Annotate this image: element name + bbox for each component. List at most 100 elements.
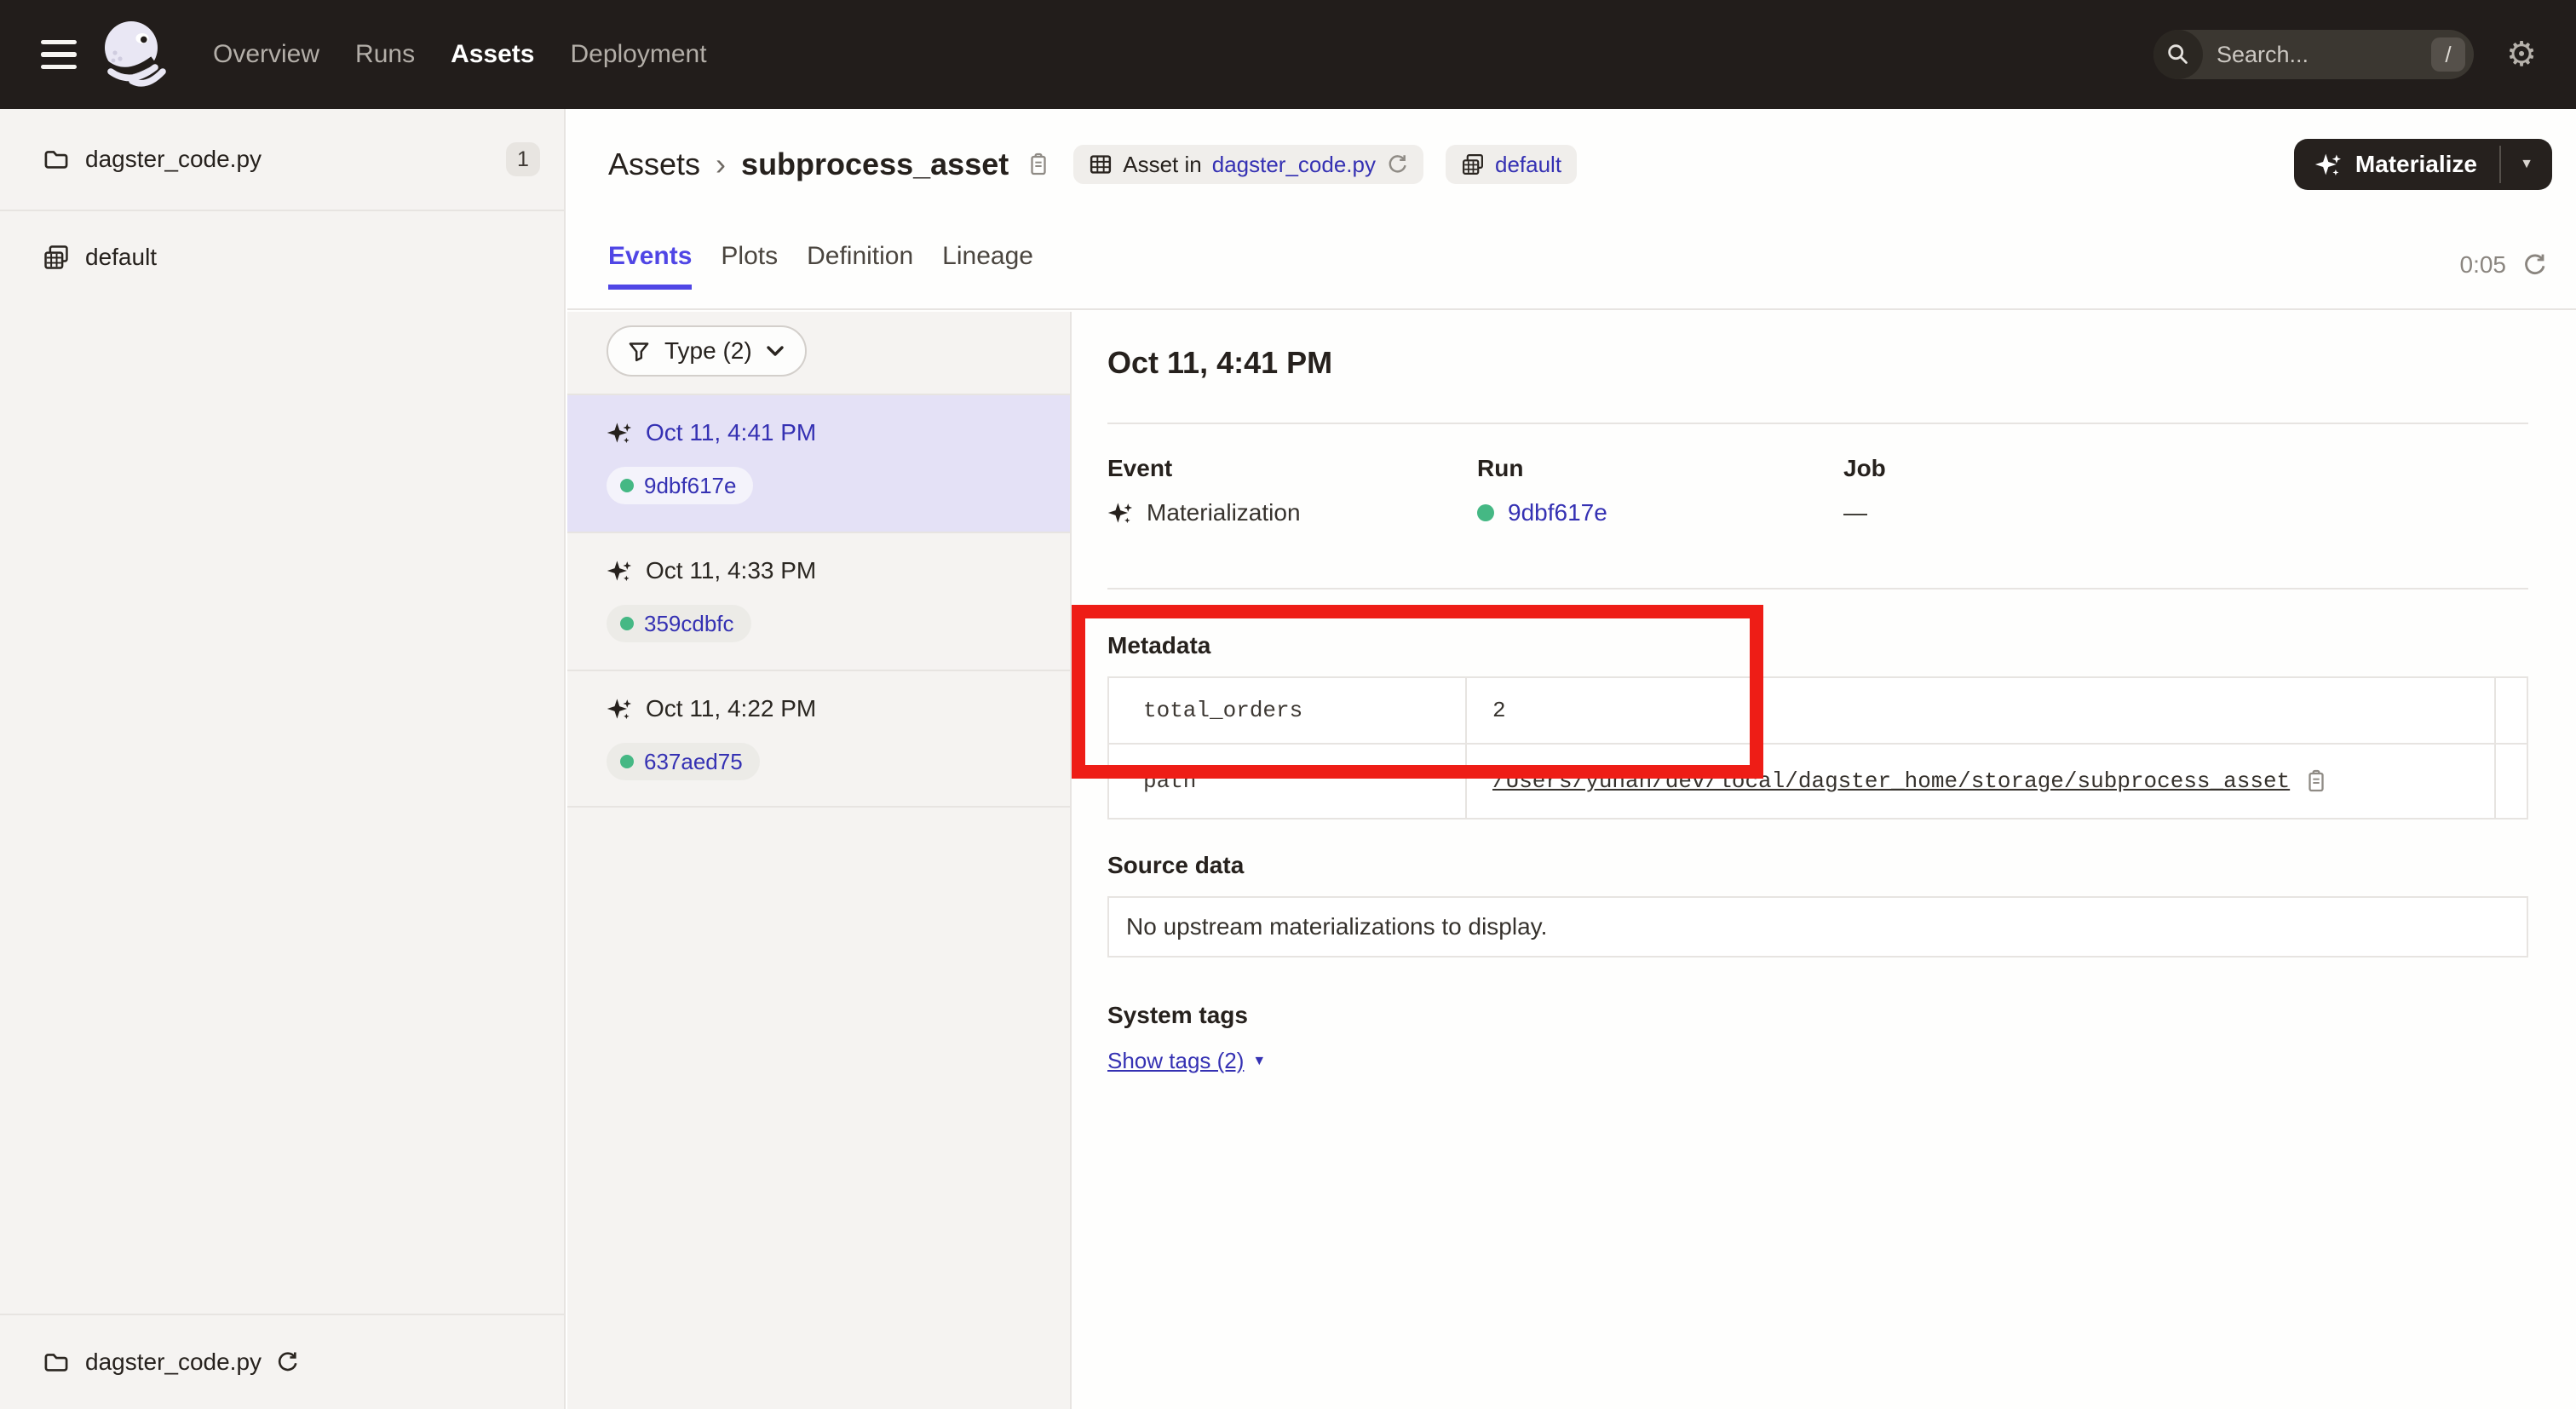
sparkle-icon <box>2314 151 2342 178</box>
run-id-link[interactable]: 9dbf617e <box>1508 499 1607 526</box>
reload-icon[interactable] <box>275 1350 299 1374</box>
event-column-label: Event <box>1107 455 1301 482</box>
sidebar-item-group-default[interactable]: default <box>0 211 564 303</box>
nav-assets[interactable]: Assets <box>447 30 538 79</box>
system-tags-heading: System tags <box>1107 1002 1248 1029</box>
search-icon <box>2153 30 2203 79</box>
footer-code-location-label: dagster_code.py <box>85 1349 262 1376</box>
asset-group-icon <box>1461 152 1485 176</box>
main-panel: Assets › subprocess_asset Asset in dagst… <box>567 109 2576 1409</box>
type-filter-button[interactable]: Type (2) <box>607 325 807 377</box>
refresh-icon[interactable] <box>2521 252 2547 278</box>
show-tags-label: Show tags (2) <box>1107 1048 1244 1074</box>
materialize-label: Materialize <box>2355 151 2477 178</box>
search-input[interactable]: Search... / <box>2153 30 2474 79</box>
reload-icon[interactable] <box>1386 153 1408 175</box>
event-type-value: Materialization <box>1147 499 1301 526</box>
search-placeholder: Search... <box>2217 42 2431 68</box>
asset-count-badge: 1 <box>506 142 540 176</box>
asset-definition-tag[interactable]: Asset in dagster_code.py <box>1073 145 1423 184</box>
metadata-table: total_orders 2 path /Users/yuhan/dev/loc… <box>1107 676 2528 820</box>
run-status-dot <box>620 617 634 630</box>
event-timestamp: Oct 11, 4:41 PM <box>646 419 816 446</box>
sidebar-item-code-location[interactable]: dagster_code.py 1 <box>0 109 564 211</box>
group-label: default <box>85 244 157 271</box>
materialize-dropdown-caret[interactable]: ▼ <box>2501 139 2552 190</box>
code-location-label: dagster_code.py <box>85 146 262 173</box>
event-list-item[interactable]: Oct 11, 4:41 PM 9dbf617e <box>567 394 1070 532</box>
copy-path-icon[interactable] <box>2303 768 2329 794</box>
breadcrumb: Assets › subprocess_asset Asset in dagst… <box>567 109 2576 220</box>
materialization-sparkle-icon <box>607 696 632 722</box>
tab-plots[interactable]: Plots <box>721 242 778 307</box>
run-badge[interactable]: 359cdbfc <box>607 605 751 642</box>
asset-group-icon <box>43 244 70 271</box>
chevron-down-icon <box>766 343 785 359</box>
asset-sidebar: dagster_code.py 1 default dagster_code.p… <box>0 109 566 1409</box>
asset-tabs: Events Plots Definition Lineage 0:05 <box>567 220 2576 310</box>
search-shortcut-key: / <box>2431 37 2465 72</box>
event-list-item[interactable]: Oct 11, 4:33 PM 359cdbfc <box>567 532 1070 670</box>
materialization-sparkle-icon <box>607 420 632 446</box>
event-timestamp: Oct 11, 4:22 PM <box>646 695 816 722</box>
run-status-dot <box>620 755 634 768</box>
page-title: subprocess_asset <box>741 147 1009 182</box>
event-detail-panel: Oct 11, 4:41 PM Event <box>1072 312 2576 1409</box>
source-data-empty-box: No upstream materializations to display. <box>1107 896 2528 958</box>
event-list-panel: Type (2) <box>567 312 1072 1409</box>
run-id-link[interactable]: 637aed75 <box>644 749 743 775</box>
metadata-key: total_orders <box>1109 678 1467 743</box>
nav-runs[interactable]: Runs <box>352 30 418 79</box>
run-badge[interactable]: 637aed75 <box>607 743 760 780</box>
table-row: path /Users/yuhan/dev/local/dagster_home… <box>1109 743 2527 818</box>
metadata-value: 2 <box>1492 698 1506 723</box>
octopus-logo-icon <box>99 19 170 90</box>
tag-prefix: Asset in <box>1123 152 1202 178</box>
source-data-empty-message: No upstream materializations to display. <box>1126 913 1547 940</box>
copy-asset-name-icon[interactable] <box>1026 152 1051 177</box>
settings-gear-icon[interactable]: ⚙ <box>2491 35 2552 74</box>
nav-overview[interactable]: Overview <box>210 30 323 79</box>
tab-lineage[interactable]: Lineage <box>942 242 1033 307</box>
table-row: total_orders 2 <box>1109 678 2527 743</box>
materialize-button[interactable]: Materialize ▼ <box>2294 139 2552 190</box>
event-list-item[interactable]: Oct 11, 4:22 PM 637aed75 <box>567 670 1070 808</box>
menu-icon[interactable] <box>41 40 77 69</box>
path-link[interactable]: /Users/yuhan/dev/local/dagster_home/stor… <box>1492 768 2290 794</box>
metadata-heading: Metadata <box>1107 632 1210 659</box>
breadcrumb-assets-link[interactable]: Assets <box>608 147 700 182</box>
job-column-label: Job <box>1843 455 1886 482</box>
top-navbar: Overview Runs Assets Deployment Search..… <box>0 0 2576 109</box>
sidebar-footer-code-location[interactable]: dagster_code.py <box>0 1314 564 1409</box>
primary-nav: Overview Runs Assets Deployment <box>210 30 710 79</box>
caret-down-icon: ▼ <box>1252 1054 1266 1069</box>
tab-events[interactable]: Events <box>608 242 692 307</box>
dagster-app: Overview Runs Assets Deployment Search..… <box>0 0 2576 1409</box>
source-data-heading: Source data <box>1107 852 1244 879</box>
asset-group-tag[interactable]: default <box>1446 145 1577 184</box>
dagster-logo <box>99 19 170 90</box>
event-detail-heading: Oct 11, 4:41 PM <box>1107 346 1332 380</box>
run-status-dot <box>620 479 634 492</box>
show-tags-toggle[interactable]: Show tags (2) ▼ <box>1107 1048 1266 1074</box>
type-filter-label: Type (2) <box>664 337 752 365</box>
table-grid-icon <box>1089 152 1113 176</box>
folder-icon <box>43 146 70 173</box>
run-column-label: Run <box>1477 455 1607 482</box>
breadcrumb-separator: › <box>716 147 726 182</box>
group-link[interactable]: default <box>1495 152 1561 178</box>
code-location-link[interactable]: dagster_code.py <box>1212 152 1376 178</box>
run-badge[interactable]: 9dbf617e <box>607 467 753 504</box>
run-id-link[interactable]: 9dbf617e <box>644 473 736 499</box>
tab-definition[interactable]: Definition <box>807 242 913 307</box>
job-value: — <box>1843 499 1867 526</box>
materialization-sparkle-icon <box>1107 500 1133 526</box>
run-id-link[interactable]: 359cdbfc <box>644 611 734 637</box>
run-status-dot <box>1477 504 1494 521</box>
asset-header: Assets › subprocess_asset Asset in dagst… <box>567 109 2576 310</box>
filter-funnel-icon <box>627 339 651 363</box>
event-timestamp: Oct 11, 4:33 PM <box>646 557 816 584</box>
nav-deployment[interactable]: Deployment <box>566 30 710 79</box>
refresh-countdown: 0:05 <box>2460 251 2507 279</box>
materialization-sparkle-icon <box>607 558 632 584</box>
